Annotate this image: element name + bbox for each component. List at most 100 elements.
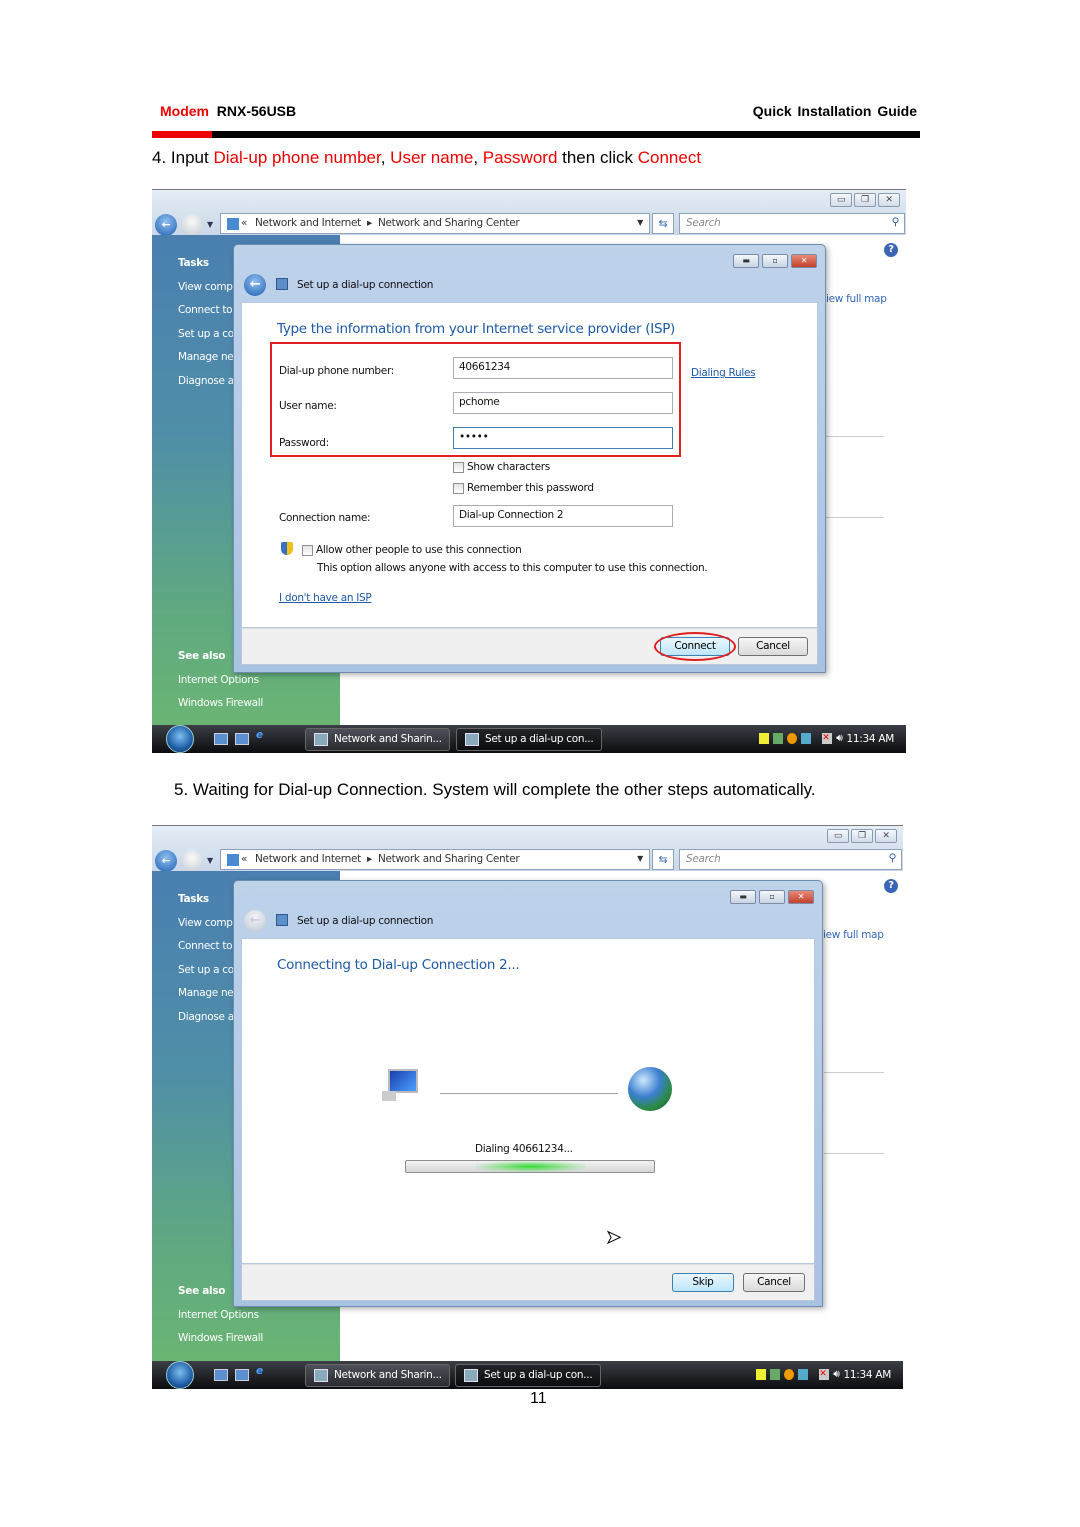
network-disconnected-icon[interactable]: ✕ bbox=[819, 1369, 830, 1380]
close-icon[interactable]: ✕ bbox=[791, 254, 817, 268]
address-bar[interactable]: «Network and Internet ▸ Network and Sharin… bbox=[220, 849, 650, 870]
help-icon[interactable]: ? bbox=[884, 879, 898, 893]
ie-icon[interactable]: e bbox=[256, 1365, 270, 1377]
search-input[interactable]: Search ⚲ bbox=[679, 213, 905, 234]
view-full-map-link[interactable]: iew full map bbox=[826, 293, 887, 305]
divider bbox=[824, 436, 884, 437]
internet-options-link[interactable]: Internet Options bbox=[178, 1309, 259, 1321]
security-alert-icon[interactable] bbox=[787, 733, 798, 744]
sidebar-item[interactable]: View comp bbox=[178, 917, 233, 929]
sidebar-item[interactable]: Manage ne bbox=[178, 351, 234, 363]
back-button[interactable]: ← bbox=[155, 850, 177, 872]
sidebar-item[interactable]: Connect to bbox=[178, 940, 233, 952]
maximize-icon[interactable]: ▫ bbox=[759, 890, 785, 904]
dialing-rules-link[interactable]: Dialing Rules bbox=[691, 367, 756, 379]
network-disconnected-icon[interactable]: ✕ bbox=[822, 733, 833, 744]
taskbar-network-center[interactable]: Network and Sharin... bbox=[305, 1364, 450, 1387]
view-full-map-link[interactable]: iew full map bbox=[823, 929, 884, 941]
taskbar-dialup-setup[interactable]: Set up a dial-up con... bbox=[456, 728, 602, 751]
breadcrumb-sharing-center[interactable]: Network and Sharing Center bbox=[378, 853, 520, 865]
sidebar-item[interactable]: Diagnose a bbox=[178, 375, 234, 387]
minimize-icon[interactable]: ▭ bbox=[830, 193, 852, 207]
tray-icon[interactable] bbox=[756, 1369, 767, 1380]
sidebar-item[interactable]: Diagnose a bbox=[178, 1011, 234, 1023]
search-icon[interactable]: ⚲ bbox=[889, 852, 897, 864]
minimize-icon[interactable]: ▬ bbox=[733, 254, 759, 268]
step-highlight: Connect bbox=[637, 148, 702, 167]
close-icon[interactable]: ✕ bbox=[875, 829, 897, 843]
start-button[interactable] bbox=[166, 725, 194, 753]
clock[interactable]: 11:34 AM bbox=[847, 733, 895, 745]
connection-line bbox=[440, 1093, 618, 1094]
minimize-icon[interactable]: ▭ bbox=[827, 829, 849, 843]
windows-firewall-link[interactable]: Windows Firewall bbox=[178, 1332, 263, 1344]
dialog-body: Connecting to Dial-up Connection 2... Di… bbox=[241, 938, 815, 1264]
breadcrumb-overflow[interactable]: « bbox=[241, 217, 247, 229]
breadcrumb-sharing-center[interactable]: Network and Sharing Center bbox=[378, 217, 520, 229]
back-button[interactable]: ← bbox=[155, 214, 177, 236]
tray-icon[interactable] bbox=[801, 733, 812, 744]
sidebar-item[interactable]: Set up a co bbox=[178, 328, 234, 340]
search-icon[interactable]: ⚲ bbox=[892, 216, 900, 228]
start-button[interactable] bbox=[166, 1361, 194, 1389]
ie-icon[interactable]: e bbox=[256, 729, 270, 741]
forward-button[interactable] bbox=[181, 214, 203, 236]
taskbar-dialup-setup[interactable]: Set up a dial-up con... bbox=[455, 1364, 601, 1387]
screenshot-connecting: ▭ ❐ ✕ ← ▼ «Network and Internet ▸ Network an… bbox=[152, 825, 903, 1389]
security-alert-icon[interactable] bbox=[784, 1369, 795, 1380]
dialing-status: Dialing 40661234... bbox=[475, 1143, 573, 1155]
breadcrumb-network-internet[interactable]: Network and Internet bbox=[255, 853, 361, 865]
tray-icon[interactable] bbox=[770, 1369, 781, 1380]
cancel-button[interactable]: Cancel bbox=[738, 637, 808, 656]
volume-icon[interactable]: 🔊︎ bbox=[836, 732, 843, 745]
volume-icon[interactable]: 🔊︎ bbox=[833, 1368, 840, 1381]
cancel-button[interactable]: Cancel bbox=[743, 1273, 805, 1292]
internet-options-link[interactable]: Internet Options bbox=[178, 674, 259, 686]
remember-password-checkbox[interactable]: Remember this password bbox=[453, 482, 594, 494]
clock[interactable]: 11:34 AM bbox=[844, 1369, 892, 1381]
show-desktop-icon[interactable] bbox=[214, 1369, 228, 1381]
step-highlight: Password bbox=[482, 148, 558, 167]
skip-button[interactable]: Skip bbox=[672, 1273, 734, 1292]
forward-button[interactable] bbox=[181, 850, 203, 872]
breadcrumb-overflow[interactable]: « bbox=[241, 853, 247, 865]
close-icon[interactable]: ✕ bbox=[788, 890, 814, 904]
refresh-button[interactable]: ⇆ bbox=[652, 849, 674, 870]
search-input[interactable]: Search ⚲ bbox=[679, 849, 902, 870]
show-desktop-icon[interactable] bbox=[214, 733, 228, 745]
sidebar-item[interactable]: Set up a co bbox=[178, 964, 234, 976]
windows-firewall-link[interactable]: Windows Firewall bbox=[178, 697, 263, 709]
breadcrumb-network-internet[interactable]: Network and Internet bbox=[255, 217, 361, 229]
maximize-icon[interactable]: ▫ bbox=[762, 254, 788, 268]
sidebar-item[interactable]: View comp bbox=[178, 281, 233, 293]
connection-name-input[interactable]: Dial-up Connection 2 bbox=[453, 505, 673, 527]
history-dropdown-icon[interactable]: ▼ bbox=[207, 856, 213, 865]
network-icon bbox=[227, 218, 239, 230]
tray-icon[interactable] bbox=[773, 733, 784, 744]
sidebar-item[interactable]: Connect to bbox=[178, 304, 233, 316]
history-dropdown-icon[interactable]: ▼ bbox=[207, 220, 213, 229]
tray-icon[interactable] bbox=[759, 733, 770, 744]
allow-others-checkbox[interactable]: Allow other people to use this connectio… bbox=[302, 544, 522, 556]
dialog-back-button[interactable]: ← bbox=[244, 910, 266, 932]
tray-icon[interactable] bbox=[798, 1369, 809, 1380]
switch-windows-icon[interactable] bbox=[235, 1369, 249, 1381]
restore-icon[interactable]: ❐ bbox=[854, 193, 876, 207]
sidebar-item[interactable]: Manage ne bbox=[178, 987, 234, 999]
show-characters-checkbox[interactable]: Show characters bbox=[453, 461, 550, 473]
refresh-button[interactable]: ⇆ bbox=[652, 213, 674, 234]
checkbox-label: Show characters bbox=[467, 461, 550, 473]
switch-windows-icon[interactable] bbox=[235, 733, 249, 745]
address-bar[interactable]: «Network and Internet ▸ Network and Sharin… bbox=[220, 213, 650, 234]
no-isp-link[interactable]: I don't have an ISP bbox=[279, 592, 372, 604]
help-icon[interactable]: ? bbox=[884, 243, 898, 257]
address-dropdown-icon[interactable]: ▼ bbox=[637, 218, 643, 227]
taskbar-network-center[interactable]: Network and Sharin... bbox=[305, 728, 450, 751]
dialog-back-button[interactable]: ← bbox=[244, 274, 266, 296]
minimize-icon[interactable]: ▬ bbox=[730, 890, 756, 904]
step-highlight: Dial-up phone number bbox=[213, 148, 381, 167]
step-text: , bbox=[380, 148, 391, 167]
close-icon[interactable]: ✕ bbox=[878, 193, 900, 207]
restore-icon[interactable]: ❐ bbox=[851, 829, 873, 843]
address-dropdown-icon[interactable]: ▼ bbox=[637, 854, 643, 863]
